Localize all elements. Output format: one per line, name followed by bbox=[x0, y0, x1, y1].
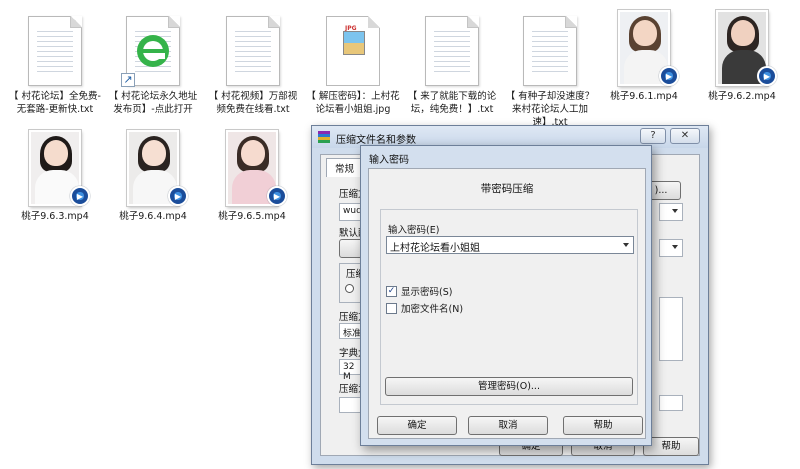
dialog-title: 输入密码 bbox=[369, 155, 409, 166]
manage-passwords-button[interactable]: 管理密码(O)... bbox=[385, 377, 633, 396]
encrypt-filenames-checkbox[interactable]: 加密文件名(N) bbox=[386, 301, 463, 315]
file-item-jpg[interactable]: JPG 【 解压密码】：上村花论坛看小姐姐.jpg bbox=[306, 8, 400, 116]
password-group: 输入密码(E) 上村花论坛看小姐姐 ✓ 显示密码(S) 加密文件名(N) bbox=[380, 209, 638, 405]
file-item-txt-6[interactable]: 【 有种子却没速度？来村花论坛人工加速】.txt bbox=[503, 8, 597, 129]
help-caption-button[interactable]: ? bbox=[640, 128, 666, 144]
update-mode-dropdown[interactable] bbox=[659, 239, 683, 257]
compression-method-value: 标准 bbox=[343, 329, 362, 339]
dialog-heading: 带密码压缩 bbox=[480, 183, 534, 195]
password-label: 输入密码(E) bbox=[388, 225, 440, 236]
file-name: 【 村花论坛永久地址发布页】-点此打开 bbox=[108, 91, 198, 115]
ok-button[interactable]: 确定 bbox=[377, 416, 457, 435]
picture-icon bbox=[343, 31, 365, 55]
file-item-mp4-5[interactable]: ▶ 桃子9.6.5.mp4 bbox=[205, 128, 299, 223]
cancel-button[interactable]: 取消 bbox=[468, 416, 548, 435]
dialog-title: 压缩文件名和参数 bbox=[336, 135, 416, 146]
winrar-icon bbox=[318, 131, 330, 143]
show-password-label: 显示密码(S) bbox=[401, 287, 453, 298]
video-icon: ▶ bbox=[659, 66, 679, 86]
text-file-icon bbox=[28, 16, 82, 86]
tab-general[interactable]: 常规 bbox=[326, 158, 364, 177]
file-item-txt-3[interactable]: 【 村花视频】万部视频免费在线看.txt bbox=[206, 8, 300, 116]
file-item-mp4-1[interactable]: ▶ 桃子9.6.1.mp4 bbox=[597, 8, 691, 103]
enter-password-dialog: 输入密码 带密码压缩 输入密码(E) 上村花论坛看小姐姐 ✓ 显示密码(S) 加… bbox=[360, 145, 652, 446]
file-name: 桃子9.6.2.mp4 bbox=[708, 91, 776, 102]
file-name: 【 有种子却没速度？来村花论坛人工加速】.txt bbox=[505, 91, 595, 128]
shortcut-arrow-icon: ↗ bbox=[121, 73, 135, 87]
archive-name-dropdown[interactable] bbox=[659, 203, 683, 221]
show-password-checkbox[interactable]: ✓ 显示密码(S) bbox=[386, 284, 452, 298]
file-item-txt-5[interactable]: 【 来了就能下载的论坛，纯免费！】.txt bbox=[405, 8, 499, 116]
password-value: 上村花论坛看小姐姐 bbox=[390, 243, 480, 254]
password-input[interactable]: 上村花论坛看小姐姐 bbox=[386, 236, 634, 254]
chevron-down-icon[interactable] bbox=[623, 243, 629, 247]
file-name: 桃子9.6.5.mp4 bbox=[218, 211, 286, 222]
file-name: 桃子9.6.3.mp4 bbox=[21, 211, 89, 222]
file-name: 【 解压密码】：上村花论坛看小姐姐.jpg bbox=[306, 91, 400, 115]
file-name: 桃子9.6.1.mp4 bbox=[610, 91, 678, 102]
file-item-mp4-4[interactable]: ▶ 桃子9.6.4.mp4 bbox=[106, 128, 200, 223]
jpg-file-icon: JPG bbox=[326, 16, 380, 86]
text-file-icon bbox=[425, 16, 479, 86]
text-file-icon bbox=[226, 16, 280, 86]
file-name: 【 村花论坛】全免费-无套路-更新快.txt bbox=[9, 91, 101, 115]
file-name: 桃子9.6.4.mp4 bbox=[119, 211, 187, 222]
video-icon: ▶ bbox=[70, 186, 90, 206]
ie-shortcut-icon: ↗ bbox=[121, 16, 180, 87]
file-name: 【 来了就能下载的论坛，纯免费！】.txt bbox=[407, 91, 497, 115]
chevron-down-icon bbox=[672, 209, 678, 213]
dialog-content: 带密码压缩 输入密码(E) 上村花论坛看小姐姐 ✓ 显示密码(S) 加密文件名(… bbox=[368, 168, 646, 439]
dictionary-size-value: 32 M bbox=[343, 362, 355, 382]
help-button[interactable]: 帮助 bbox=[563, 416, 643, 435]
set-password-button-edge[interactable] bbox=[659, 395, 683, 411]
checkmark-icon: ✓ bbox=[386, 285, 397, 297]
chevron-down-icon bbox=[672, 245, 678, 249]
empty-checkbox-icon bbox=[386, 302, 397, 314]
archive-options-group bbox=[659, 297, 683, 361]
video-icon: ▶ bbox=[267, 186, 287, 206]
video-icon: ▶ bbox=[757, 66, 777, 86]
close-icon[interactable]: ✕ bbox=[670, 128, 700, 144]
file-name: 【 村花视频】万部视频免费在线看.txt bbox=[208, 91, 298, 115]
file-item-txt-1[interactable]: 【 村花论坛】全免费-无套路-更新快.txt bbox=[8, 8, 102, 116]
text-file-icon bbox=[523, 16, 577, 86]
encrypt-filenames-label: 加密文件名(N) bbox=[401, 304, 464, 315]
file-item-shortcut[interactable]: ↗ 【 村花论坛永久地址发布页】-点此打开 bbox=[106, 8, 200, 116]
rar-radio[interactable] bbox=[345, 284, 354, 293]
file-item-mp4-2[interactable]: ▶ 桃子9.6.2.mp4 bbox=[695, 8, 789, 103]
video-icon: ▶ bbox=[168, 186, 188, 206]
file-item-mp4-3[interactable]: ▶ 桃子9.6.3.mp4 bbox=[8, 128, 102, 223]
dialog-titlebar[interactable]: 输入密码 bbox=[361, 146, 651, 168]
